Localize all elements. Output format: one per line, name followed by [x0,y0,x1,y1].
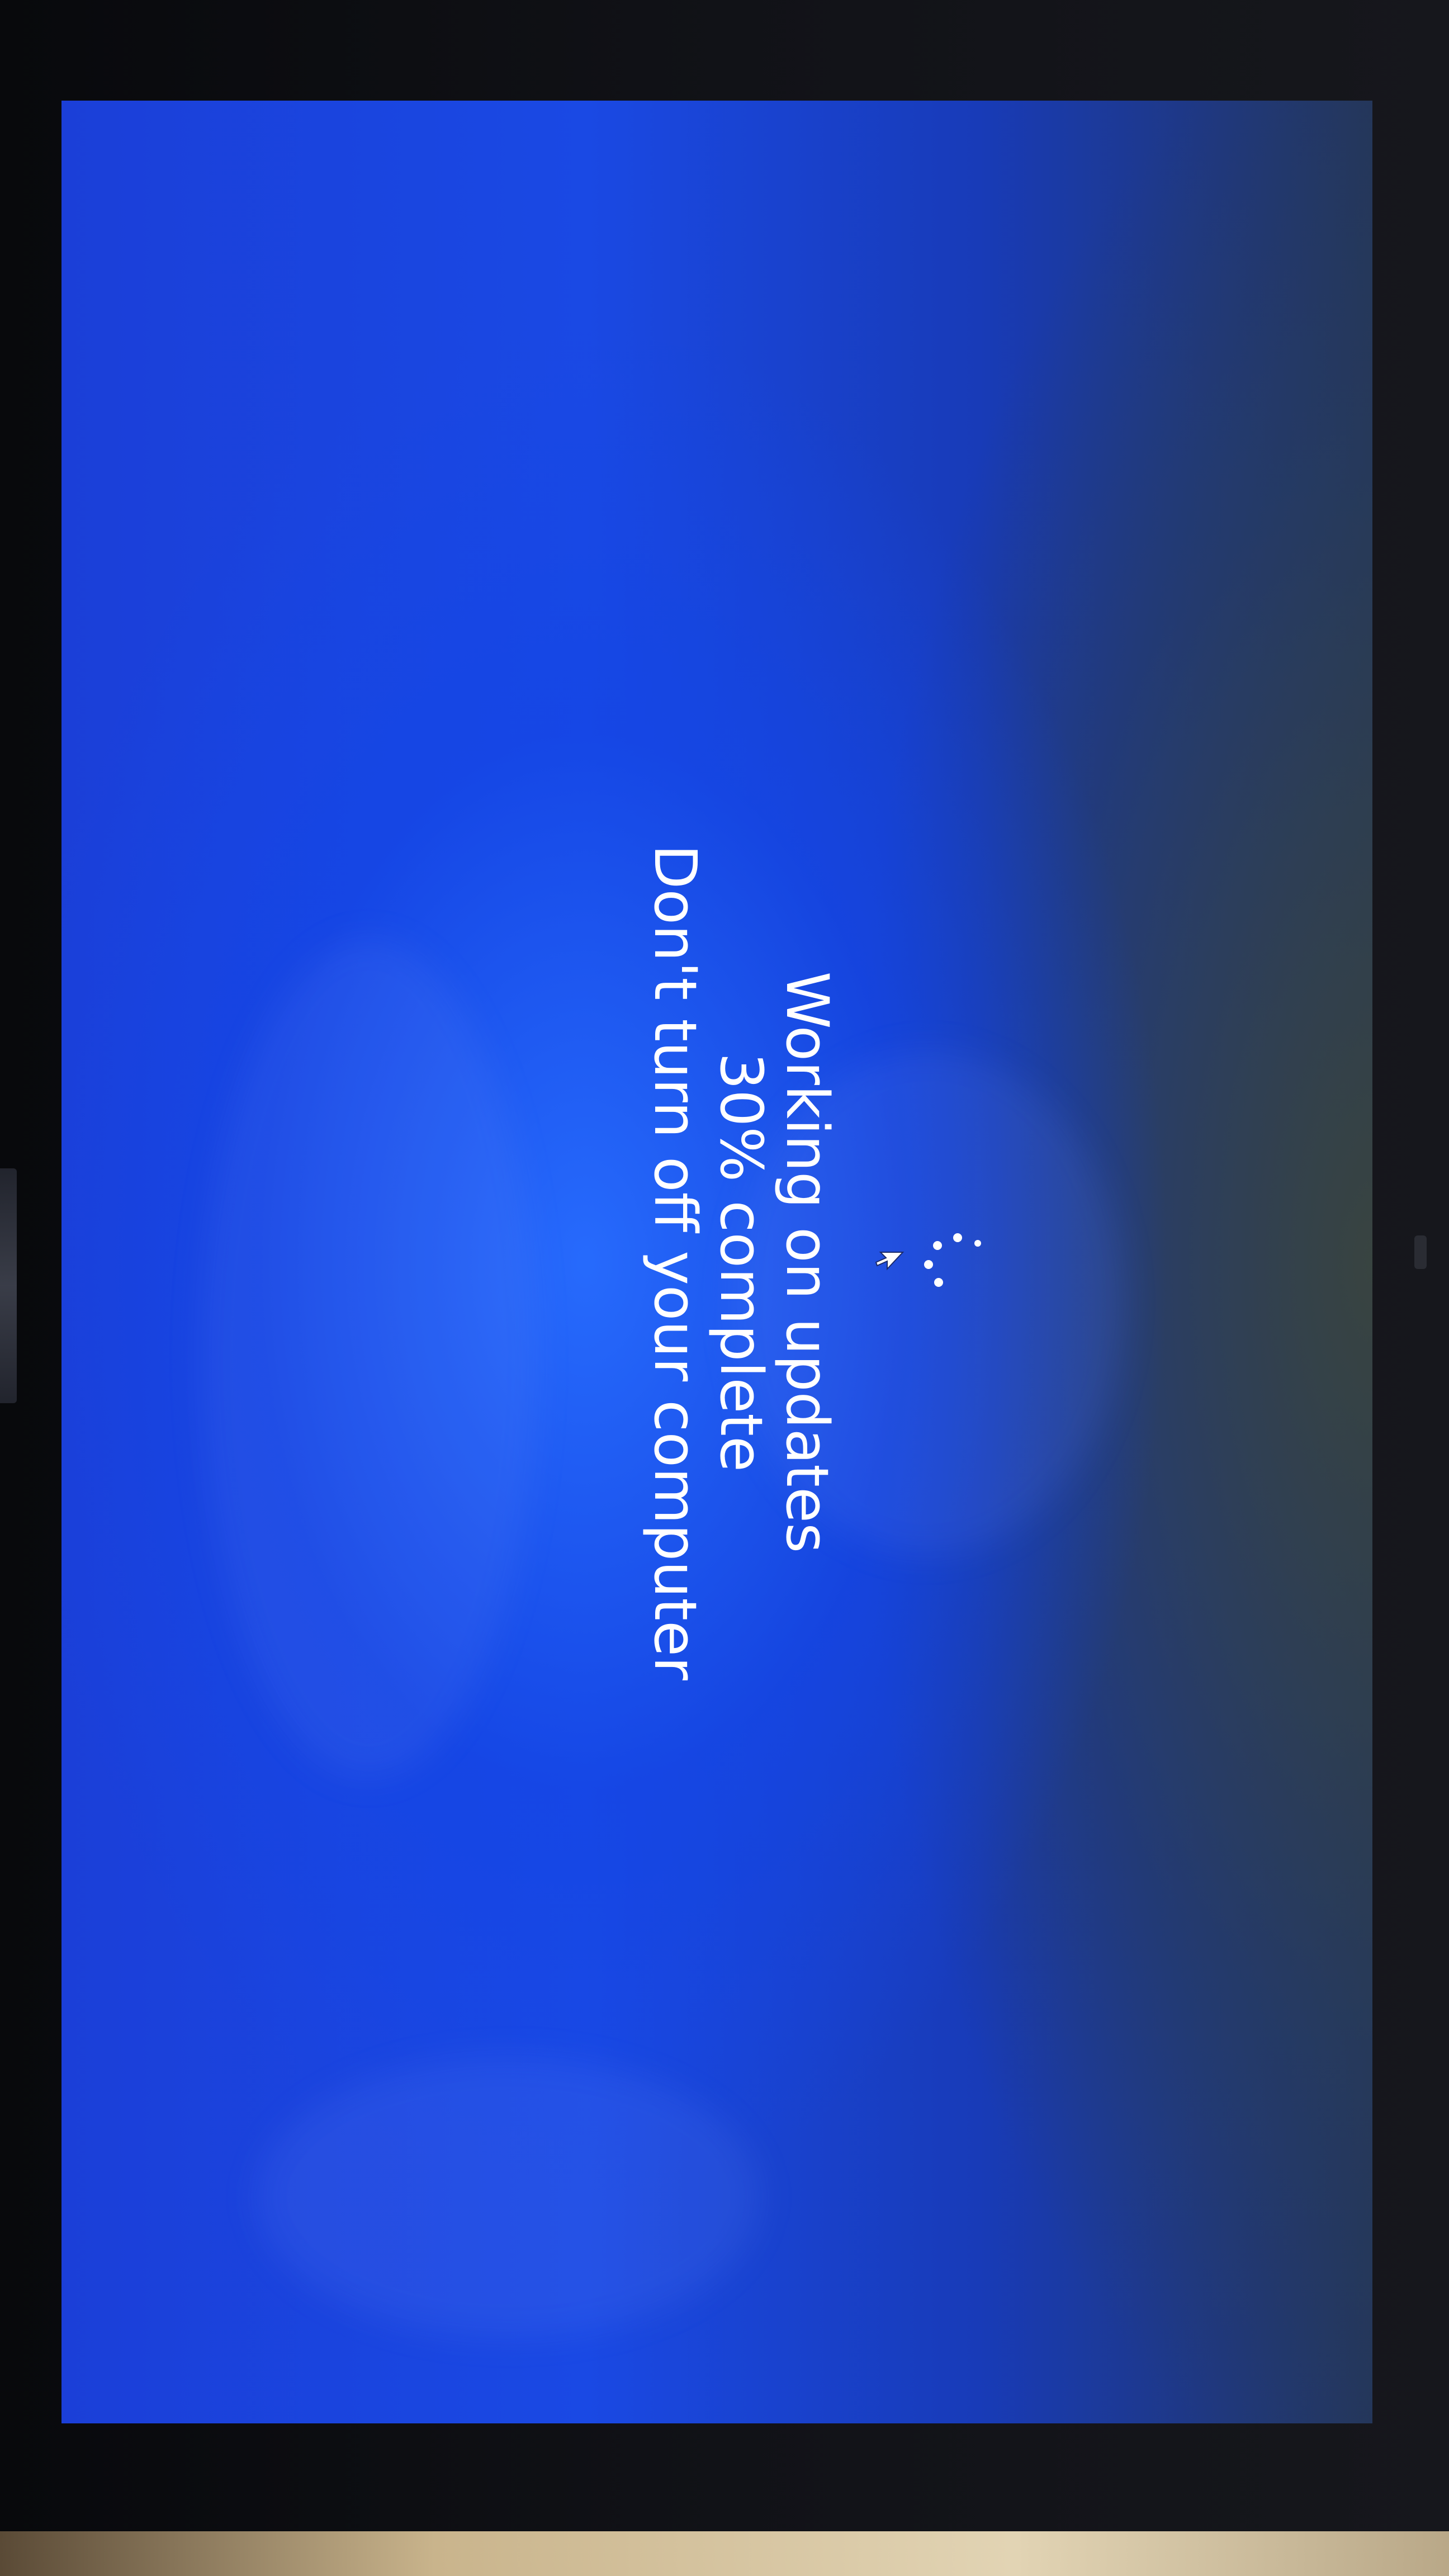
status-text: Working on updates [773,971,841,1553]
mouse-pointer-icon [875,1251,904,1271]
monitor-bezel: Working on updates 30% complete Don't tu… [0,0,1449,2531]
monitor-brand-logo [0,1168,17,1403]
power-led [1414,1235,1427,1269]
progress-text: 30% complete [707,1052,775,1472]
update-screen: Working on updates 30% complete Don't tu… [61,101,1372,2423]
update-content: Working on updates 30% complete Don't tu… [326,647,1109,1877]
photo-frame: Working on updates 30% complete Don't tu… [0,0,1449,2576]
loading-spinner-icon [924,1229,991,1296]
desk-surface [0,2531,1449,2576]
warning-text: Don't turn off your computer [641,844,709,1680]
